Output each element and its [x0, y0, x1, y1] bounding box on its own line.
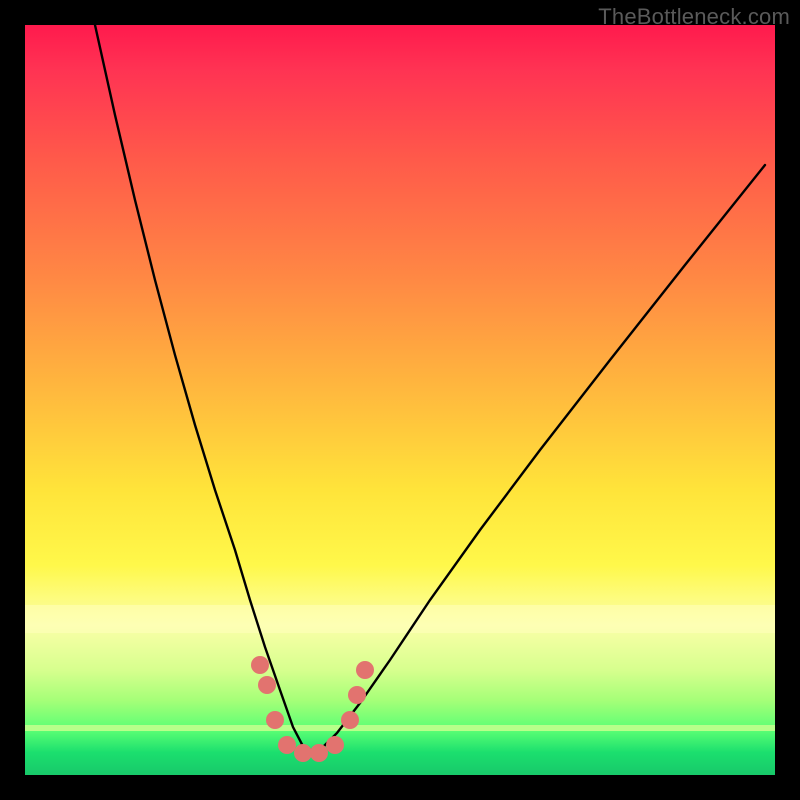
watermark-text: TheBottleneck.com	[598, 4, 790, 30]
curve-marker	[341, 711, 359, 729]
chart-frame: TheBottleneck.com	[0, 0, 800, 800]
curve-marker	[348, 686, 366, 704]
curve-marker	[356, 661, 374, 679]
bottleneck-curve	[95, 25, 765, 750]
curve-marker	[266, 711, 284, 729]
chart-svg	[25, 25, 775, 775]
curve-marker	[258, 676, 276, 694]
curve-marker	[326, 736, 344, 754]
curve-marker	[251, 656, 269, 674]
curve-marker	[310, 744, 328, 762]
chart-plot-area	[25, 25, 775, 775]
curve-marker	[294, 744, 312, 762]
curve-marker	[278, 736, 296, 754]
